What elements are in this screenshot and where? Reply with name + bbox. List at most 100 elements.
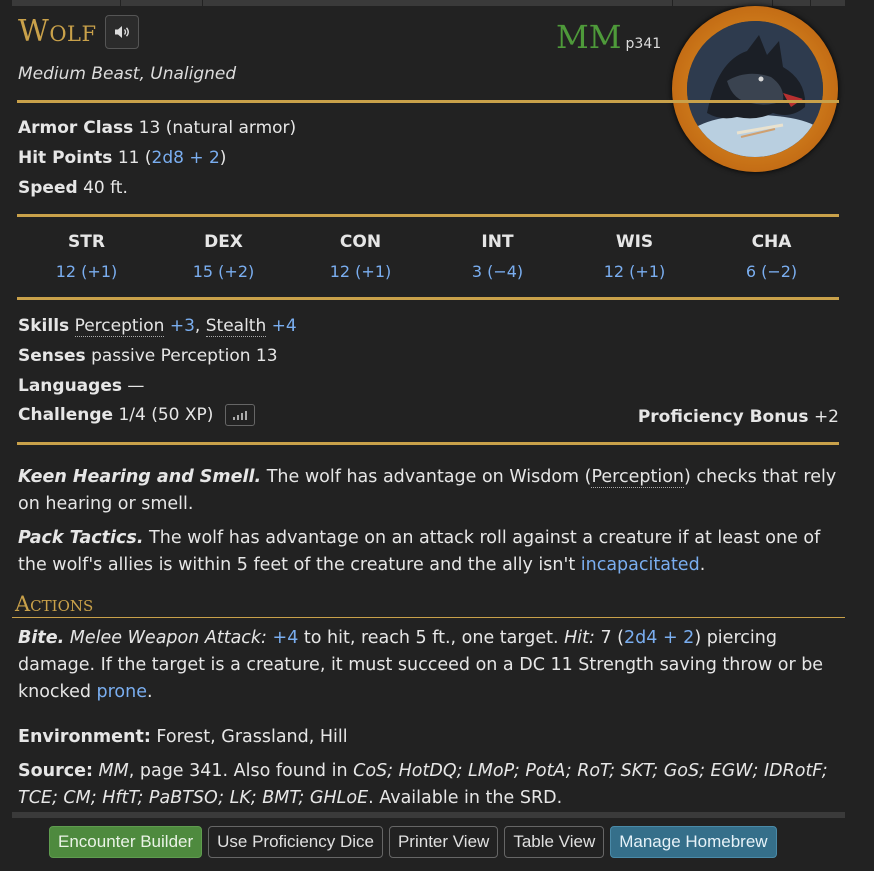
action-text: to hit, reach 5 ft., one target. [298,628,565,648]
armor-class-label: Armor Class [18,118,134,138]
challenge-value: 1/4 (50 XP) [118,405,214,425]
signal-bar [244,411,247,420]
actions-divider [12,617,845,618]
speaker-icon [114,25,129,38]
action-text: . [147,682,153,702]
printer-view-button[interactable]: Printer View [388,826,499,858]
trait-name: Keen Hearing and Smell. [18,467,262,487]
environment-line: Environment: Forest, Grassland, Hill [18,724,840,751]
senses-line: Senses passive Perception 13 [18,346,278,366]
armor-class-value: 13 (natural armor) [138,118,297,138]
languages-value: — [127,376,145,396]
source-tag[interactable]: MM p341 [556,18,661,56]
ability-name: WIS [615,232,654,252]
skill-perception-roller[interactable]: +3 [170,316,195,336]
damage-roller[interactable]: 2d4 + 2 [624,628,694,648]
ability-int: INT 3 (−4) [429,232,566,281]
hit-dice-roller[interactable]: 2d8 + 2 [152,148,220,168]
proficiency-dice-button[interactable]: Use Proficiency Dice [208,826,383,858]
ability-scores: STR 12 (+1) DEX 15 (+2) CON 12 (+1) INT … [18,232,840,281]
ability-roller[interactable]: 3 (−4) [429,262,566,281]
hit-points-value: 11 ( [117,148,152,168]
trait-text: The wolf has advantage on Wisdom ( [261,467,592,487]
creature-name: Wolf [18,14,97,49]
ability-roller[interactable]: 15 (+2) [155,262,292,281]
ability-wis: WIS 12 (+1) [566,232,703,281]
actions-heading: Actions [15,592,94,616]
incapacitated-link[interactable]: incapacitated [581,555,700,575]
attack-bonus-roller[interactable]: +4 [267,628,299,648]
prone-link[interactable]: prone [97,682,147,702]
perception-link[interactable]: Perception [591,467,685,488]
section-divider [17,442,839,445]
armor-class-line: Armor Class 13 (natural armor) [18,118,296,138]
ability-roller[interactable]: 12 (+1) [566,262,703,281]
table-view-button[interactable]: Table View [504,826,605,858]
section-divider [17,297,839,300]
senses-label: Senses [18,346,86,366]
ability-name: INT [481,232,514,252]
hit-points-line: Hit Points 11 (2d8 + 2) [18,148,226,168]
section-divider [17,100,839,103]
creature-type: Medium Beast, Unaligned [18,64,237,84]
speed-value: 40 ft. [83,178,128,198]
ability-name: CHA [751,232,792,252]
environment-value: Forest, Grassland, Hill [150,727,348,747]
trait-pack-tactics: Pack Tactics. The wolf has advantage on … [18,525,840,579]
ability-con: CON 12 (+1) [292,232,429,281]
creature-token[interactable] [672,6,838,172]
bottom-divider [12,812,845,818]
attack-type: Melee Weapon Attack: [64,628,267,648]
action-bite: Bite. Melee Weapon Attack: +4 to hit, re… [18,625,840,706]
proficiency-value: +2 [813,407,839,427]
skill-stealth-roller[interactable]: +4 [272,316,297,336]
languages-label: Languages [18,376,122,396]
ability-roller[interactable]: 12 (+1) [292,262,429,281]
ability-cha: CHA 6 (−2) [703,232,840,281]
trait-keen-hearing: Keen Hearing and Smell. The wolf has adv… [18,464,840,518]
challenge-line: Challenge 1/4 (50 XP) [18,404,255,426]
source-text: , page 341. Also found in [128,761,354,781]
trait-name: Pack Tactics. [18,528,144,548]
speed-line: Speed 40 ft. [18,178,128,198]
statblock: Wolf MM p341 Medium Beast, Unaligned Arm… [12,6,845,812]
speed-label: Speed [18,178,78,198]
title-row: Wolf [18,14,139,49]
pronounce-button[interactable] [104,14,139,49]
hit-points-close: ) [219,148,227,168]
source-text: . Available in the SRD. [368,788,563,808]
action-text: 7 ( [594,628,624,648]
skills-label: Skills [18,316,70,336]
hit-points-label: Hit Points [18,148,113,168]
ability-name: DEX [204,232,243,252]
source-book[interactable]: MM [93,761,129,781]
signal-bar [236,415,239,420]
manage-homebrew-button[interactable]: Manage Homebrew [610,826,777,858]
xp-chart-button[interactable] [224,404,255,426]
signal-bar [240,413,243,420]
ability-str: STR 12 (+1) [18,232,155,281]
environment-label: Environment: [18,727,151,747]
encounter-builder-button[interactable]: Encounter Builder [49,826,203,858]
ability-dex: DEX 15 (+2) [155,232,292,281]
source-abbreviation: MM [556,18,622,56]
skill-separator: , [194,316,201,336]
skill-perception-link[interactable]: Perception [74,316,165,337]
ability-name: CON [339,232,382,252]
trait-text: . [699,555,706,575]
proficiency-line: Proficiency Bonus +2 [638,407,839,427]
action-name: Bite. [18,628,65,648]
ability-roller[interactable]: 12 (+1) [18,262,155,281]
wolf-portrait [687,21,823,157]
source-page: p341 [625,36,662,52]
ability-name: STR [68,232,105,252]
skills-line: Skills Perception +3, Stealth +4 [18,316,297,337]
languages-line: Languages — [18,376,144,396]
source-line: Source: MM, page 341. Also found in CoS;… [18,758,840,812]
skill-stealth-link[interactable]: Stealth [205,316,267,337]
signal-bars-icon [232,417,235,420]
ability-roller[interactable]: 6 (−2) [703,262,840,281]
senses-value: passive Perception 13 [91,346,278,366]
proficiency-label: Proficiency Bonus [637,407,809,427]
section-divider [17,214,839,217]
